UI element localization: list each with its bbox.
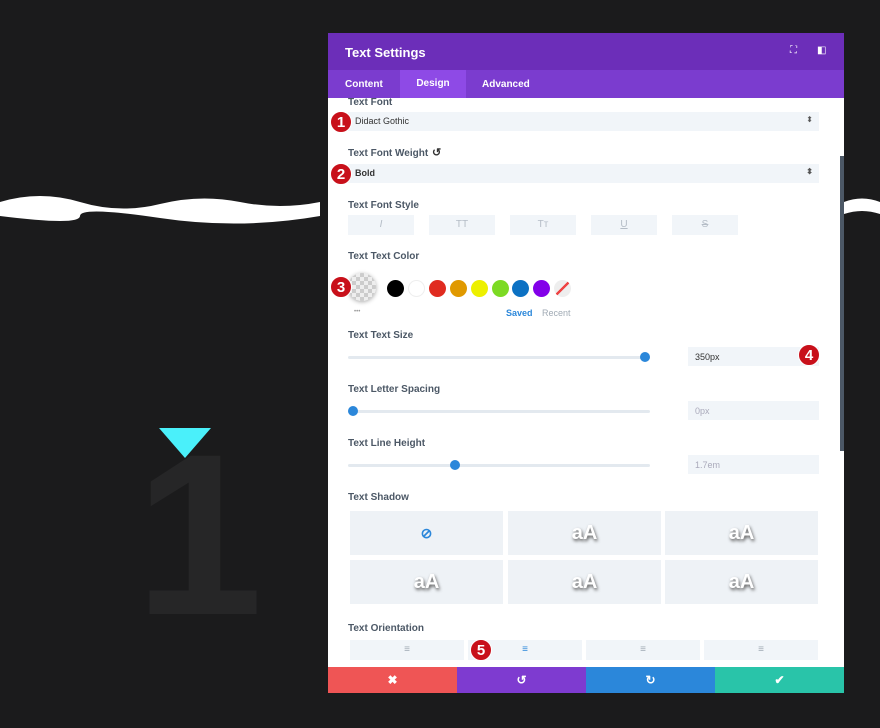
step-badge-3: 3 [330, 276, 352, 298]
uppercase-button[interactable]: TT [429, 215, 495, 235]
spacing-slider[interactable] [348, 406, 650, 416]
color-picker-button[interactable] [348, 273, 376, 301]
color-swatch[interactable] [533, 280, 551, 297]
spacing-label: Text Letter Spacing [348, 384, 441, 395]
settings-panel: Text Settings ⛶ ◧ Content Design Advance… [328, 33, 844, 693]
weight-value: Bold [355, 168, 375, 178]
recent-tab[interactable]: Recent [542, 308, 571, 318]
color-swatch[interactable] [449, 280, 467, 297]
line-height-slider[interactable] [348, 460, 650, 470]
italic-button[interactable]: I [348, 215, 414, 235]
slider-knob[interactable] [450, 460, 460, 470]
shadow-preset-4[interactable]: aA [508, 560, 661, 604]
save-button[interactable]: ✔ [715, 667, 844, 693]
color-swatch[interactable] [428, 280, 446, 297]
redo-button[interactable]: ↻ [586, 667, 715, 693]
tab-advanced[interactable]: Advanced [482, 79, 530, 90]
scrollbar[interactable] [840, 156, 844, 451]
color-swatch[interactable] [387, 280, 404, 297]
weight-label: Text Font Weight [348, 148, 429, 159]
no-color-swatch[interactable] [554, 280, 571, 297]
triangle-indicator [159, 428, 211, 458]
select-arrow-icon: ⬍ [806, 167, 813, 176]
shadow-label: Text Shadow [348, 492, 409, 503]
step-badge-5: 5 [470, 639, 492, 661]
color-swatch[interactable] [470, 280, 488, 297]
color-swatch[interactable] [512, 280, 530, 297]
shadow-none-button[interactable]: ⊘ [350, 511, 503, 555]
orientation-label: Text Orientation [348, 623, 424, 634]
weight-select[interactable]: Bold ⬍ [348, 164, 819, 183]
panel-title: Text Settings [345, 45, 426, 60]
color-swatch[interactable] [491, 280, 509, 297]
font-value: Didact Gothic [355, 116, 410, 126]
align-right-button[interactable]: ≡ [586, 640, 700, 660]
size-label: Text Text Size [348, 330, 414, 341]
sidebar-icon[interactable]: ◧ [817, 45, 826, 56]
slider-knob[interactable] [640, 352, 650, 362]
strikethrough-button[interactable]: S [672, 215, 738, 235]
step-badge-1: 1 [330, 111, 352, 133]
color-swatch[interactable] [407, 280, 425, 297]
line-height-input[interactable]: 1.7em [688, 455, 819, 474]
tab-content[interactable]: Content [345, 79, 383, 90]
step-badge-4: 4 [798, 344, 820, 366]
font-select[interactable]: Didact Gothic ⬍ [348, 112, 819, 131]
saved-tab[interactable]: Saved [506, 308, 533, 318]
tab-design[interactable]: Design [400, 70, 466, 98]
reset-icon[interactable]: ↺ [432, 146, 441, 159]
style-label: Text Font Style [348, 200, 419, 211]
shadow-preset-3[interactable]: aA [350, 560, 503, 604]
shadow-preset-2[interactable]: aA [665, 511, 818, 555]
font-label: Text Font [348, 97, 393, 108]
slider-knob[interactable] [348, 406, 358, 416]
shadow-preset-5[interactable]: aA [665, 560, 818, 604]
color-label: Text Text Color [348, 251, 420, 262]
no-shadow-icon: ⊘ [420, 525, 433, 541]
step-badge-2: 2 [330, 163, 352, 185]
more-options[interactable]: ••• [354, 309, 360, 315]
align-left-button[interactable]: ≡ [350, 640, 464, 660]
line-height-label: Text Line Height [348, 438, 426, 449]
spacing-input[interactable]: 0px [688, 401, 819, 420]
capitalize-button[interactable]: Tт [510, 215, 576, 235]
cancel-button[interactable]: ✖ [328, 667, 457, 693]
align-justify-button[interactable]: ≡ [704, 640, 818, 660]
fullscreen-icon[interactable]: ⛶ [790, 45, 797, 56]
select-arrow-icon: ⬍ [806, 115, 813, 124]
panel-header: Text Settings ⛶ ◧ [328, 33, 844, 70]
size-slider[interactable] [348, 352, 650, 362]
shadow-preset-1[interactable]: aA [508, 511, 661, 555]
undo-button[interactable]: ↺ [457, 667, 586, 693]
tab-bar: Content Design Advanced [328, 70, 844, 98]
underline-button[interactable]: U [591, 215, 657, 235]
